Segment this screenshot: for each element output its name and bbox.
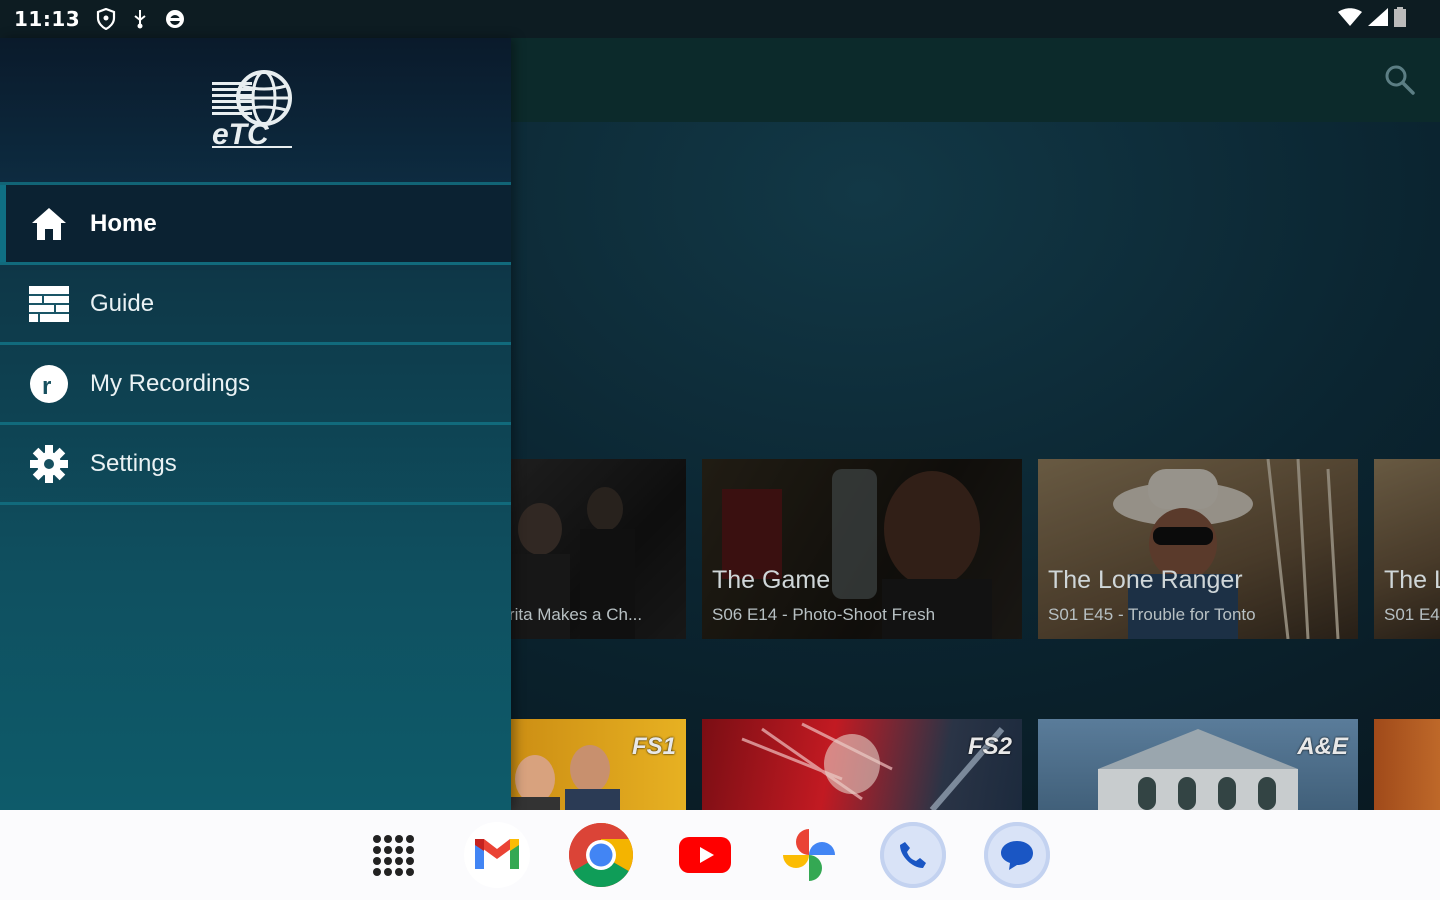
show-subtitle: ñorita Makes a Ch... — [490, 605, 643, 624]
gear-icon — [28, 443, 70, 485]
show-card[interactable]: The Game S06 E14 - Photo-Shoot Fresh — [702, 459, 1022, 639]
phone-icon[interactable] — [880, 822, 946, 888]
nav-item-home[interactable]: Home — [0, 185, 511, 265]
chrome-icon[interactable] — [568, 822, 634, 888]
recordings-icon: r — [28, 363, 70, 405]
android-face-icon — [164, 8, 186, 30]
channel-logo: FS2 — [967, 733, 1012, 760]
show-card[interactable]: The L S01 E4 — [1374, 459, 1440, 639]
channel-card[interactable]: FS2 — [702, 719, 1022, 810]
etc-logo: eTC — [210, 68, 302, 151]
messages-icon[interactable] — [984, 822, 1050, 888]
svg-text:eTC: eTC — [212, 118, 270, 150]
channel-logo: A&E — [1297, 733, 1348, 760]
navigation-drawer: eTC Home Guide r My Recordings Settings — [0, 38, 511, 810]
photos-icon[interactable] — [776, 822, 842, 888]
show-title: The L — [1384, 566, 1440, 594]
vpn-shield-icon — [96, 8, 116, 30]
usb-icon — [132, 9, 148, 29]
show-card[interactable]: ñorita Makes a Ch... — [490, 459, 686, 639]
battery-icon — [1394, 6, 1406, 32]
channel-logo: FS1 — [631, 733, 676, 760]
show-title: The Game — [712, 566, 831, 594]
nav-item-guide[interactable]: Guide — [0, 265, 511, 345]
shows-row: ñorita Makes a Ch... The Game S06 E14 - … — [490, 459, 1440, 639]
signal-icon — [1368, 7, 1388, 31]
show-subtitle: S01 E4 — [1384, 605, 1440, 624]
wifi-icon — [1338, 7, 1362, 31]
drawer-header: eTC — [0, 38, 511, 185]
nav-label-guide: Guide — [90, 289, 155, 317]
guide-icon — [28, 283, 70, 325]
svg-text:r: r — [42, 373, 51, 400]
youtube-icon[interactable] — [672, 822, 738, 888]
show-subtitle: S06 E14 - Photo-Shoot Fresh — [712, 605, 936, 624]
nav-label-settings: Settings — [90, 449, 177, 477]
app-drawer-icon[interactable] — [360, 822, 426, 888]
gmail-icon[interactable] — [464, 822, 530, 888]
nav-label-my-recordings: My Recordings — [90, 369, 251, 397]
nav-item-settings[interactable]: Settings — [0, 425, 511, 505]
status-bar: 11:13 — [0, 0, 1440, 38]
home-icon — [28, 203, 70, 245]
channel-card[interactable]: FS1 — [490, 719, 686, 810]
nav-label-home: Home — [90, 209, 157, 237]
channels-row: FS1 FS2 A&E — [490, 719, 1440, 810]
channel-card[interactable] — [1374, 719, 1440, 810]
nav-item-my-recordings[interactable]: r My Recordings — [0, 345, 511, 425]
search-icon[interactable] — [1382, 62, 1418, 98]
taskbar-dock — [0, 810, 1440, 900]
show-title: The Lone Ranger — [1048, 566, 1243, 594]
channel-card[interactable]: A&E — [1038, 719, 1358, 810]
show-subtitle: S01 E45 - Trouble for Tonto — [1048, 605, 1256, 624]
status-time: 11:13 — [14, 7, 81, 31]
show-card[interactable]: The Lone Ranger S01 E45 - Trouble for To… — [1038, 459, 1358, 639]
